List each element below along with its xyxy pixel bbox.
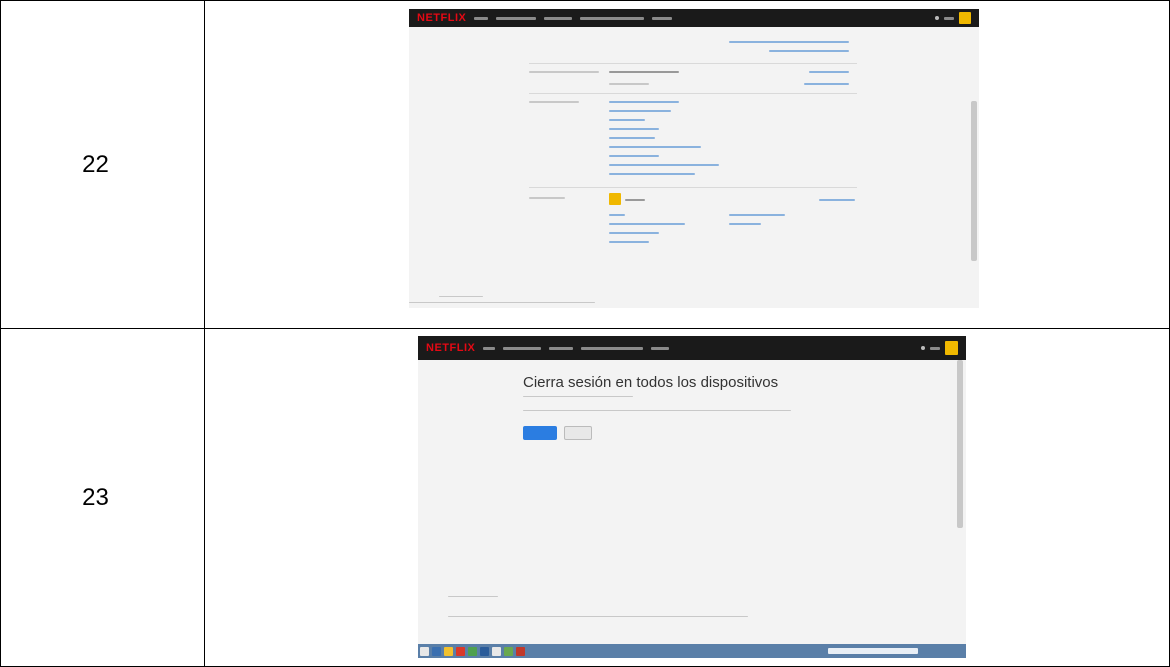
- plan-value: [609, 71, 679, 73]
- nav-link[interactable]: [944, 16, 954, 20]
- body-text: [523, 410, 791, 411]
- header-actions: [921, 341, 958, 355]
- profile-link[interactable]: [609, 223, 685, 225]
- settings-link[interactable]: [609, 173, 695, 175]
- profile-link[interactable]: [609, 241, 649, 243]
- footer-text: [439, 296, 483, 297]
- account-link[interactable]: [819, 199, 855, 201]
- page-title: Cierra sesión en todos los dispositivos: [523, 374, 779, 391]
- taskbar-app-icon[interactable]: [432, 646, 441, 656]
- step-number-23: 23: [0, 328, 205, 667]
- netflix-account-screenshot: NETFLIX: [409, 9, 979, 308]
- nav-link[interactable]: [483, 346, 496, 350]
- nav-link[interactable]: [581, 346, 644, 350]
- nav-link[interactable]: [651, 346, 670, 350]
- nav-link[interactable]: [503, 346, 542, 350]
- footer-text: [409, 302, 595, 303]
- settings-link[interactable]: [609, 101, 679, 103]
- search-icon[interactable]: [921, 346, 925, 350]
- scrollbar[interactable]: [957, 360, 963, 528]
- search-icon[interactable]: [935, 16, 939, 20]
- section-label: [529, 71, 599, 73]
- avatar[interactable]: [945, 341, 958, 355]
- section-divider: [529, 63, 857, 64]
- section-label: [529, 197, 565, 199]
- account-link[interactable]: [729, 41, 849, 43]
- taskbar-app-icon[interactable]: [504, 646, 513, 656]
- step-number-22: 22: [0, 0, 205, 329]
- nav-link[interactable]: [549, 346, 574, 350]
- scrollbar[interactable]: [971, 101, 977, 261]
- section-label: [529, 101, 579, 103]
- screenshot-cell-23: NETFLIX Cierra sesión en todos los dispo…: [204, 328, 1170, 667]
- netflix-header: NETFLIX: [418, 336, 966, 360]
- profile-link[interactable]: [729, 223, 761, 225]
- footer-text: [448, 616, 748, 617]
- netflix-signout-screenshot: NETFLIX Cierra sesión en todos los dispo…: [418, 336, 966, 658]
- settings-link[interactable]: [609, 137, 655, 139]
- profile-avatar[interactable]: [609, 193, 621, 205]
- settings-link[interactable]: [609, 155, 659, 157]
- avatar[interactable]: [959, 12, 971, 24]
- settings-link[interactable]: [609, 146, 701, 148]
- nav-link[interactable]: [930, 346, 940, 350]
- header-actions: [935, 12, 971, 24]
- table-row-22: 22 NETFLIX: [0, 0, 1170, 329]
- sign-out-button[interactable]: [523, 426, 557, 440]
- settings-link[interactable]: [609, 110, 671, 112]
- netflix-logo[interactable]: NETFLIX: [426, 342, 475, 354]
- taskbar-app-icon[interactable]: [516, 646, 525, 656]
- profile-name: [625, 199, 645, 201]
- settings-link[interactable]: [609, 164, 719, 166]
- netflix-header: NETFLIX: [409, 9, 979, 27]
- body-text: [523, 396, 633, 397]
- profile-link[interactable]: [609, 214, 625, 216]
- taskbar-app-icon[interactable]: [468, 646, 477, 656]
- cancel-button[interactable]: [564, 426, 592, 440]
- settings-link[interactable]: [609, 128, 659, 130]
- section-divider: [529, 93, 857, 94]
- taskbar-app-icon[interactable]: [492, 646, 501, 656]
- account-link[interactable]: [809, 71, 849, 73]
- section-divider: [529, 187, 857, 188]
- footer-text: [448, 596, 498, 597]
- windows-taskbar: [418, 644, 966, 658]
- nav-link[interactable]: [544, 16, 573, 20]
- profile-link[interactable]: [609, 232, 659, 234]
- account-link[interactable]: [804, 83, 849, 85]
- plan-detail: [609, 83, 649, 85]
- taskbar-app-icon[interactable]: [456, 646, 465, 656]
- nav-link[interactable]: [474, 16, 489, 20]
- start-icon[interactable]: [420, 646, 429, 656]
- profile-link[interactable]: [729, 214, 785, 216]
- taskbar-app-icon[interactable]: [480, 646, 489, 656]
- screenshot-cell-22: NETFLIX: [204, 0, 1170, 329]
- table-row-23: 23 NETFLIX Cierra sesión en todos los di…: [0, 328, 1170, 667]
- steps-table: 22 NETFLIX 23 NETFLIX Cierra sesión en t…: [0, 0, 1170, 667]
- nav-link[interactable]: [652, 16, 673, 20]
- taskbar-app-icon[interactable]: [444, 646, 453, 656]
- nav-link[interactable]: [580, 16, 645, 20]
- taskbar-search-box[interactable]: [828, 648, 918, 654]
- settings-link[interactable]: [609, 119, 645, 121]
- netflix-logo[interactable]: NETFLIX: [417, 12, 466, 24]
- nav-link[interactable]: [496, 16, 537, 20]
- account-link[interactable]: [769, 50, 849, 52]
